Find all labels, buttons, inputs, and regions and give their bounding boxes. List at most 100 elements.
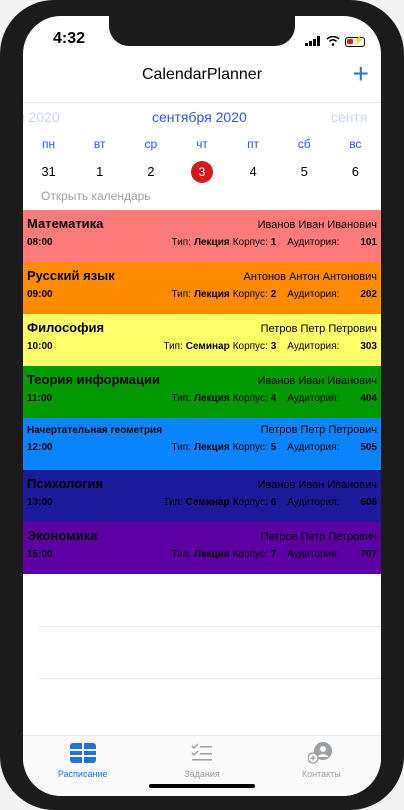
lesson-type: Лекция [193,289,230,300]
days-row: пн 31 вт 1 ср 2 чт 3 пт 4 сб 5 вс 6 [23,137,381,183]
building-label: Корпус: [232,289,268,300]
lesson-room: 303 [360,341,377,352]
status-icons: ⚡ [305,33,365,51]
month-current: сентября 2020 [152,109,247,125]
type-label: Тип: [171,289,191,300]
lesson-building: 7 [270,549,277,560]
day-cell-selected[interactable]: чт 3 [176,137,227,183]
wifi-icon [326,33,340,51]
lesson-type: Лекция [193,237,230,248]
lesson-type: Лекция [193,442,230,453]
building-label: Корпус: [232,549,268,560]
room-label: Аудитория: [287,237,340,248]
lesson-room: 101 [360,237,377,248]
schedule-list: Математика Иванов Иван Иванович 08:00 Тип: Л… [23,210,381,574]
lesson-row[interactable]: Теория информации Иванов Иван Иванович 11:… [23,366,381,418]
month-prev[interactable]: я 2020 [23,109,60,125]
add-button[interactable]: + [353,60,369,88]
room-label: Аудитория: [287,393,340,404]
lesson-teacher: Петров Петр Петрович [260,323,377,335]
tab-contacts[interactable]: Контакты [262,736,381,796]
type-label: Тип: [171,393,191,404]
lesson-info: Тип: Лекция Корпус: 5 Аудитория: 505 [172,442,377,453]
lesson-room: 404 [360,393,377,404]
day-cell[interactable]: вт 1 [74,137,125,183]
type-label: Тип: [171,237,191,248]
lesson-subject: Экономика [27,528,98,543]
room-label: Аудитория: [287,289,340,300]
type-label: Тип: [171,442,191,453]
lesson-teacher: Иванов Иван Иванович [257,479,377,491]
divider [39,626,381,627]
signal-icon [305,33,321,51]
lesson-row[interactable]: Экономика Петров Петр Петрович 15:00 Тип: Ле… [23,522,381,574]
tab-schedule[interactable]: Расписание [23,736,142,796]
lesson-row[interactable]: Начертательная геометрия Петров Петр Петр… [23,418,381,470]
lesson-info: Тип: Семинар Корпус: 3 Аудитория: 303 [163,341,377,352]
battery-icon: ⚡ [345,35,365,47]
open-calendar-link[interactable]: Открыть календарь [41,189,151,203]
type-label: Тип: [163,497,183,508]
lesson-time: 08:00 [27,237,53,248]
contacts-icon [262,742,381,764]
lesson-subject: Математика [27,216,104,231]
checklist-icon [142,742,261,764]
lesson-subject: Теория информации [27,372,161,387]
day-cell[interactable]: ср 2 [125,137,176,183]
lesson-room: 707 [360,549,377,560]
navbar: CalendarPlanner + [23,60,381,104]
day-cell[interactable]: пт 4 [228,137,279,183]
lesson-time: 13:00 [27,497,53,508]
lesson-time: 11:00 [27,393,53,404]
lesson-time: 09:00 [27,289,53,300]
lesson-row[interactable]: Психология Иванов Иван Иванович 13:00 Тип: С… [23,470,381,522]
divider [39,678,381,679]
lesson-time: 15:00 [27,549,53,560]
lesson-type: Семинар [185,497,230,508]
lesson-teacher: Петров Петр Петрович [260,424,377,436]
lesson-subject: Начертательная геометрия [27,425,163,436]
day-cell[interactable]: сб 5 [279,137,330,183]
lesson-subject: Философия [27,320,105,335]
type-label: Тип: [171,549,191,560]
lesson-subject: Русский язык [27,268,115,283]
lesson-row[interactable]: Философия Петров Петр Петрович 10:00 Тип: Се… [23,314,381,366]
month-next[interactable]: сентя [331,109,368,125]
lesson-type: Семинар [185,341,230,352]
notch [109,16,295,46]
lesson-building: 1 [270,237,277,248]
lesson-row[interactable]: Русский язык Антонов Антон Антонович 09:00… [23,262,381,314]
lesson-type: Лекция [193,549,230,560]
lesson-time: 12:00 [27,442,53,453]
lesson-teacher: Антонов Антон Антонович [243,271,377,283]
lesson-info: Тип: Семинар Корпус: 6 Аудитория: 606 [163,497,377,508]
building-label: Корпус: [232,497,268,508]
room-label: Аудитория: [287,549,340,560]
day-cell[interactable]: пн 31 [23,137,74,183]
building-label: Корпус: [232,237,268,248]
plus-icon: + [352,58,369,89]
lesson-room: 505 [360,442,377,453]
room-label: Аудитория: [287,341,340,352]
lesson-row[interactable]: Математика Иванов Иван Иванович 08:00 Тип: Л… [23,210,381,262]
lesson-info: Тип: Лекция Корпус: 1 Аудитория: 101 [172,237,377,248]
device-frame: 4:32 ⚡ CalendarPlanner + я 2020 сентября… [0,0,404,810]
lesson-room: 202 [360,289,377,300]
status-time: 4:32 [53,30,86,47]
room-label: Аудитория: [287,497,340,508]
building-label: Корпус: [232,393,268,404]
building-label: Корпус: [232,341,268,352]
day-cell[interactable]: вс 6 [330,137,381,183]
home-indicator [149,784,255,788]
month-row: я 2020 сентября 2020 сентя [23,103,381,125]
room-label: Аудитория: [287,442,340,453]
lesson-building: 6 [270,497,277,508]
app-screen: 4:32 ⚡ CalendarPlanner + я 2020 сентября… [23,16,381,796]
lesson-time: 10:00 [27,341,53,352]
type-label: Тип: [163,341,183,352]
lesson-teacher: Петров Петр Петрович [260,531,377,543]
lesson-type: Лекция [193,393,230,404]
lesson-info: Тип: Лекция Корпус: 7 Аудитория: 707 [172,549,377,560]
lesson-subject: Психология [27,476,104,491]
lesson-building: 5 [270,442,277,453]
